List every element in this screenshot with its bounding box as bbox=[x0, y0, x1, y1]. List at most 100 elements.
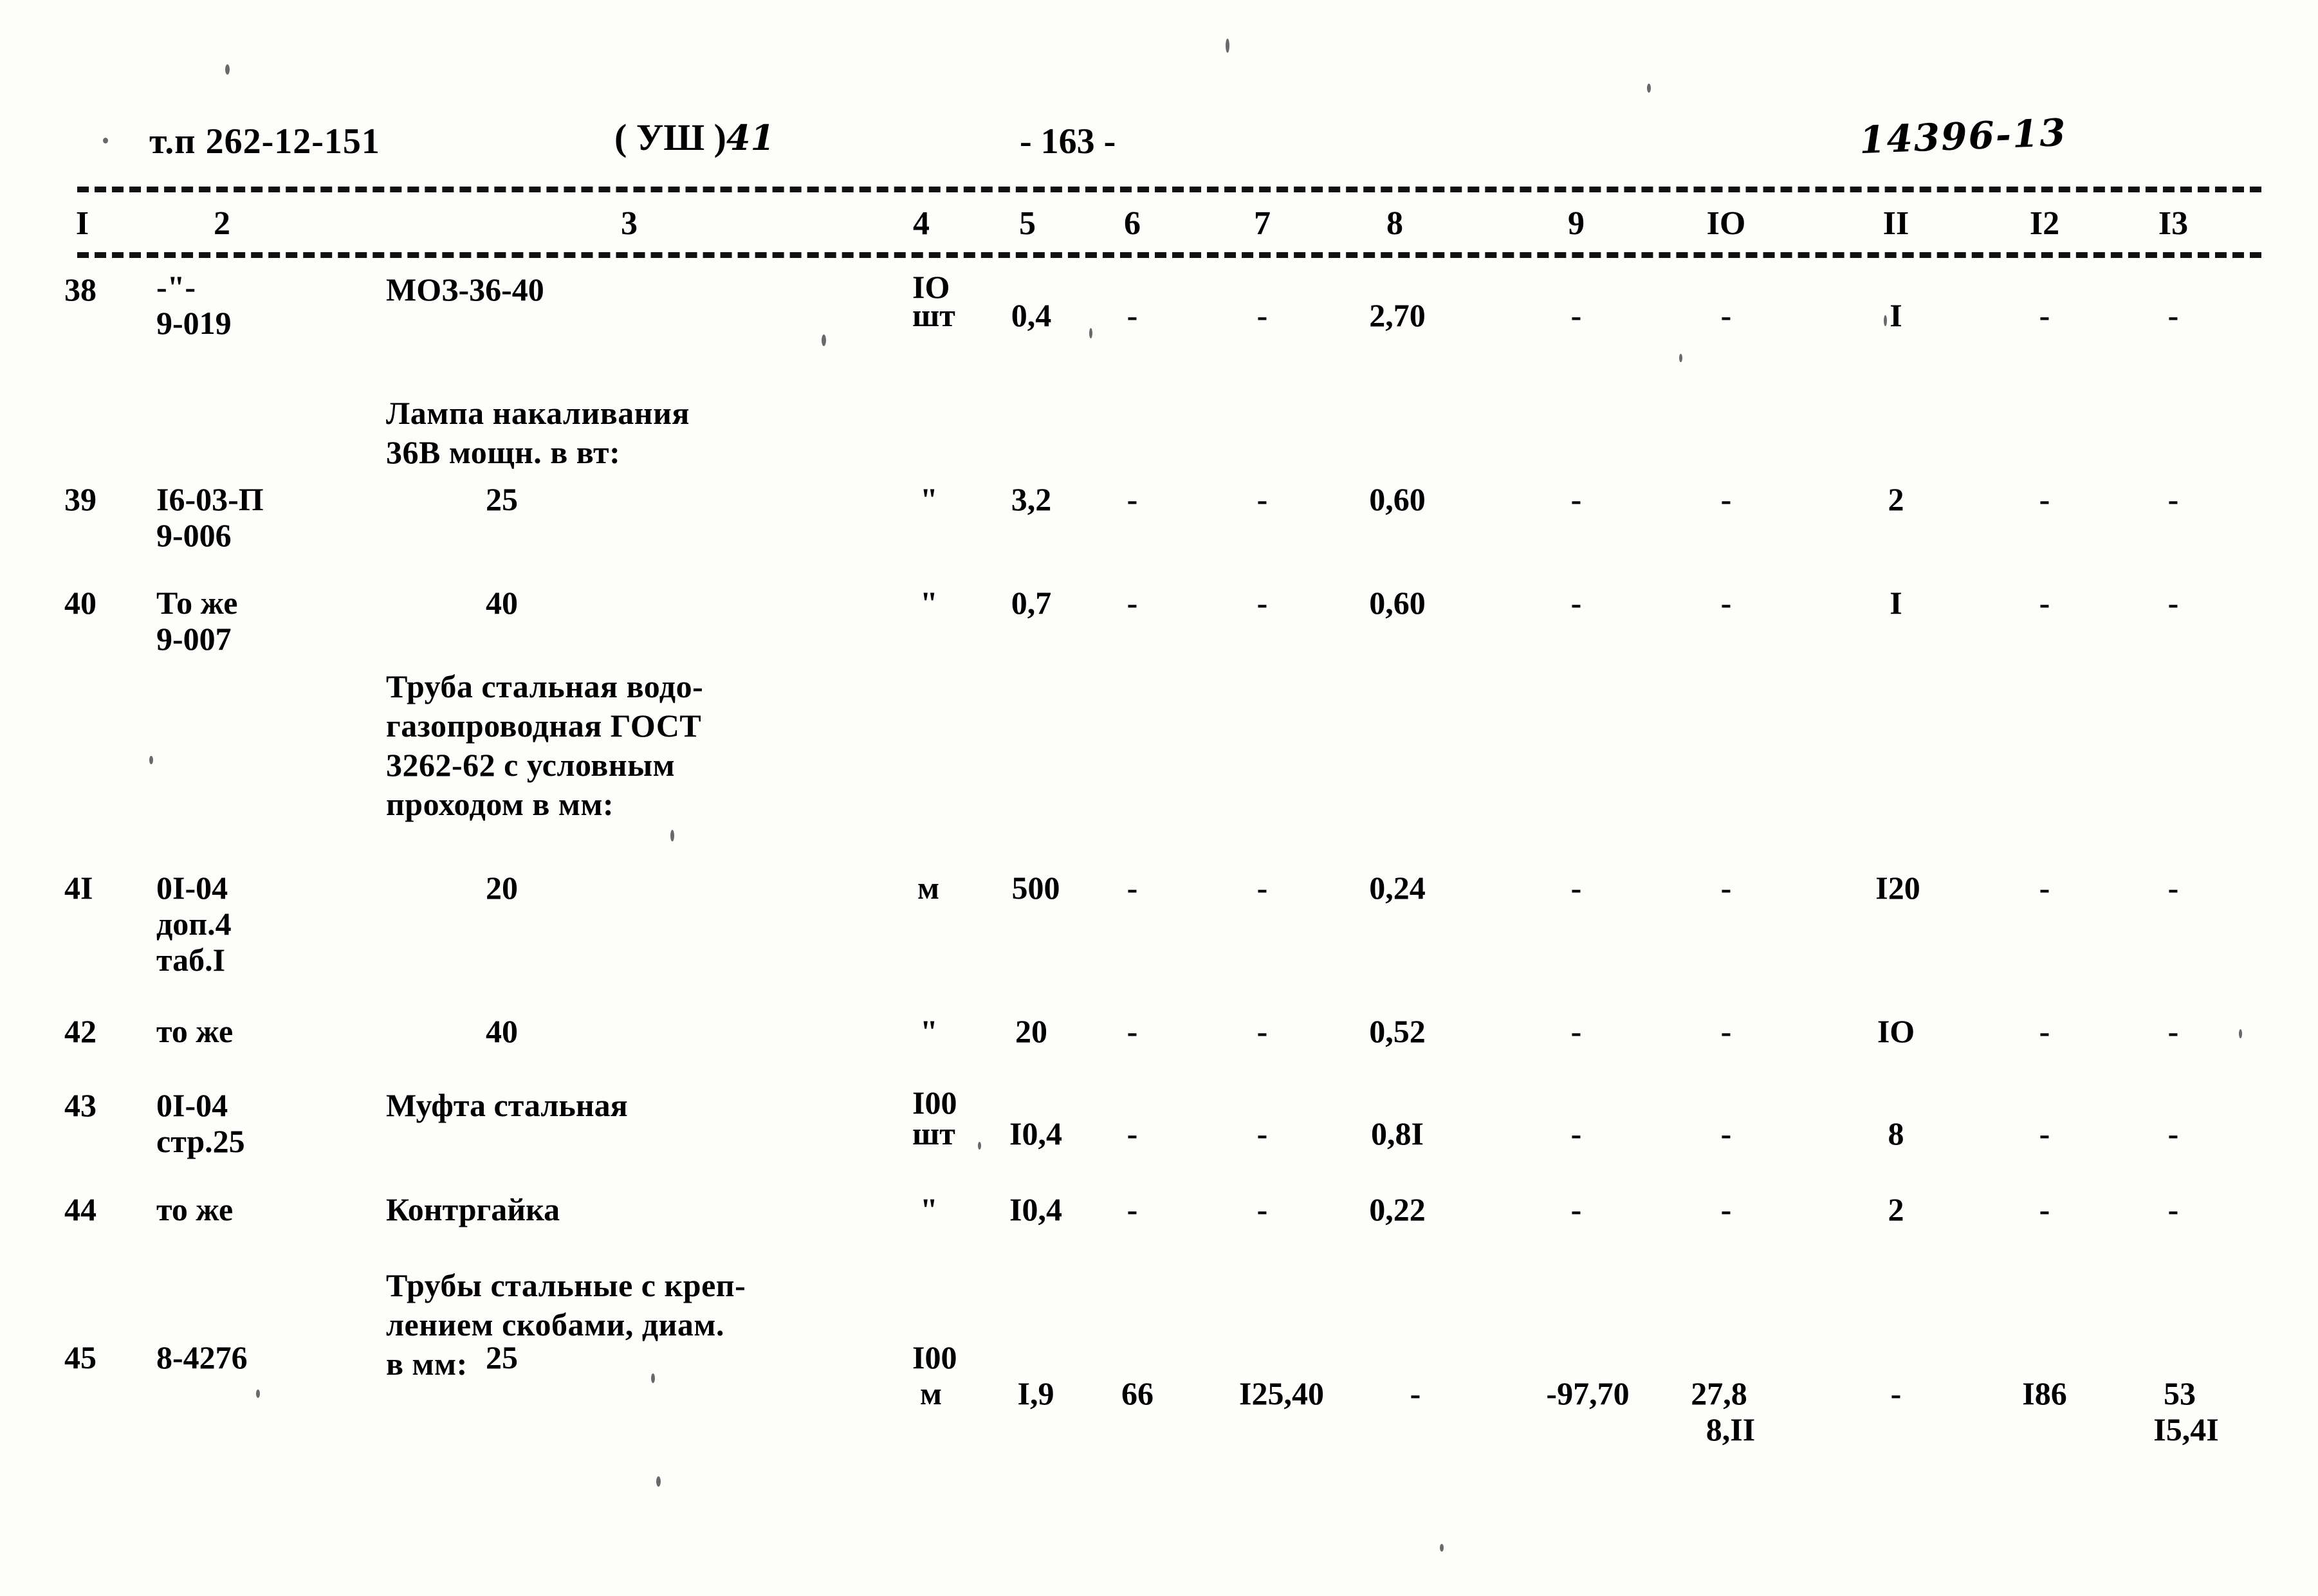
row-col-13: - bbox=[2167, 585, 2179, 621]
row-col-5: 0,7 bbox=[1011, 585, 1052, 621]
volume-label: ( УШ ) bbox=[614, 116, 726, 158]
column-number-11: II bbox=[1882, 205, 1909, 242]
page-header: т.п 262-12-151 ( УШ )41 - 163 - 14396-13 bbox=[0, 109, 2318, 180]
document-code: т.п 262-12-151 bbox=[149, 122, 380, 161]
row-col-12: - bbox=[2039, 1115, 2050, 1151]
row-col-9: - bbox=[1570, 870, 1582, 906]
column-number-9: 9 bbox=[1568, 205, 1585, 242]
table-header-rule bbox=[77, 252, 2261, 258]
row-col-13-line-2: I5,4I bbox=[2153, 1411, 2219, 1447]
row-col-10: 27,8 bbox=[1691, 1375, 1747, 1411]
row-unit-line-2: " bbox=[920, 1191, 938, 1227]
page-number: - 163 - bbox=[1020, 122, 1116, 161]
scan-speck bbox=[651, 1373, 655, 1383]
row-unit-line-2: " bbox=[920, 585, 938, 621]
row-code-line-1: 8-4276 bbox=[156, 1339, 248, 1375]
row-col-5: I,9 bbox=[1017, 1375, 1054, 1411]
row-col-6: - bbox=[1127, 870, 1138, 906]
row-col-5: 20 bbox=[1015, 1013, 1047, 1049]
row-col-6: - bbox=[1127, 297, 1138, 333]
row-code-line-2: доп.4 bbox=[156, 906, 232, 942]
archive-code-handwritten: 14396-13 bbox=[1858, 110, 2068, 163]
row-col-10: - bbox=[1720, 481, 1732, 517]
row-col-10: - bbox=[1720, 1115, 1732, 1151]
row-number: 38 bbox=[64, 271, 97, 307]
row-col-10: - bbox=[1720, 297, 1732, 333]
row-col-5: I0,4 bbox=[1009, 1191, 1062, 1227]
row-code-line-2: 9-019 bbox=[156, 305, 232, 341]
column-number-8: 8 bbox=[1386, 205, 1403, 242]
row-code-line-3: таб.I bbox=[156, 942, 226, 978]
row-col-11: 2 bbox=[1888, 1191, 1904, 1227]
table-top-rule bbox=[77, 187, 2261, 192]
row-col-12: - bbox=[2039, 1013, 2050, 1049]
row-name: 20 bbox=[486, 870, 518, 906]
row-col-8: 0,24 bbox=[1369, 870, 1426, 906]
column-number-3: 3 bbox=[621, 205, 638, 242]
scan-speck bbox=[103, 138, 108, 143]
row-col-9: -97,70 bbox=[1546, 1375, 1630, 1411]
row-col-12: I86 bbox=[2022, 1375, 2067, 1411]
row-unit-line-2: " bbox=[920, 1013, 938, 1049]
scan-speck bbox=[1647, 84, 1651, 93]
row-code-line-1: то же bbox=[156, 1191, 234, 1227]
row-col-12: - bbox=[2039, 585, 2050, 621]
column-number-2: 2 bbox=[214, 205, 230, 242]
column-number-13: I3 bbox=[2158, 205, 2189, 242]
row-col-11: - bbox=[1890, 1375, 1902, 1411]
scan-speck bbox=[656, 1476, 661, 1487]
group-heading-clamped-pipe: Трубы стальные с креп- лением скобами, д… bbox=[386, 1267, 746, 1382]
row-code-line-1: 0I-04 bbox=[156, 1087, 228, 1123]
row-code-line-1: то же bbox=[156, 1013, 234, 1049]
row-col-9: - bbox=[1570, 297, 1582, 333]
row-col-6: - bbox=[1127, 481, 1138, 517]
row-col-13: - bbox=[2167, 870, 2179, 906]
row-col-9: - bbox=[1570, 1115, 1582, 1151]
row-col-13: - bbox=[2167, 1191, 2179, 1227]
row-number: 44 bbox=[64, 1191, 97, 1227]
row-col-9: - bbox=[1570, 481, 1582, 517]
row-col-13: - bbox=[2167, 1013, 2179, 1049]
row-col-7: - bbox=[1256, 481, 1268, 517]
row-col-6: - bbox=[1127, 1191, 1138, 1227]
row-number: 45 bbox=[64, 1339, 97, 1375]
scan-speck bbox=[149, 756, 153, 764]
row-col-7: - bbox=[1256, 585, 1268, 621]
row-col-7: - bbox=[1256, 1191, 1268, 1227]
row-col-9: - bbox=[1570, 1013, 1582, 1049]
row-code-line-1: То же bbox=[156, 585, 238, 621]
row-number: 43 bbox=[64, 1087, 97, 1123]
row-col-11: IO bbox=[1877, 1013, 1915, 1049]
group-heading-pipe: Труба стальная водо- газопроводная ГОСТ … bbox=[386, 668, 704, 822]
volume-marker: ( УШ )41 bbox=[614, 116, 775, 159]
row-name: 25 bbox=[486, 481, 518, 517]
row-name: 40 bbox=[486, 1013, 518, 1049]
column-number-10: IO bbox=[1706, 205, 1746, 242]
row-col-10: - bbox=[1720, 585, 1732, 621]
scan-speck bbox=[256, 1390, 260, 1398]
row-col-10-line-2: 8,II bbox=[1706, 1411, 1756, 1447]
column-number-6: 6 bbox=[1124, 205, 1141, 242]
row-col-11: 2 bbox=[1888, 481, 1904, 517]
row-code-line-2: стр.25 bbox=[156, 1123, 245, 1159]
row-name: МОЗ-36-40 bbox=[386, 271, 544, 307]
row-col-6: - bbox=[1127, 1115, 1138, 1151]
row-col-8: 0,52 bbox=[1369, 1013, 1426, 1049]
scan-speck bbox=[822, 335, 826, 346]
scan-speck bbox=[225, 64, 230, 75]
row-col-11: I bbox=[1890, 297, 1902, 333]
row-col-13: - bbox=[2167, 481, 2179, 517]
row-col-5: 500 bbox=[1011, 870, 1060, 906]
row-col-8: 0,60 bbox=[1369, 585, 1426, 621]
row-code-line-2: 9-007 bbox=[156, 621, 232, 657]
row-name: 40 bbox=[486, 585, 518, 621]
scanned-document-page: т.п 262-12-151 ( УШ )41 - 163 - 14396-13… bbox=[0, 0, 2318, 1596]
row-col-11: I20 bbox=[1875, 870, 1920, 906]
row-code-line-2: 9-006 bbox=[156, 517, 232, 553]
row-col-12: - bbox=[2039, 870, 2050, 906]
row-col-10: - bbox=[1720, 1191, 1732, 1227]
scan-speck bbox=[670, 830, 674, 841]
row-col-7: I25,40 bbox=[1239, 1375, 1324, 1411]
row-col-11: 8 bbox=[1888, 1115, 1904, 1151]
row-col-6: - bbox=[1127, 1013, 1138, 1049]
